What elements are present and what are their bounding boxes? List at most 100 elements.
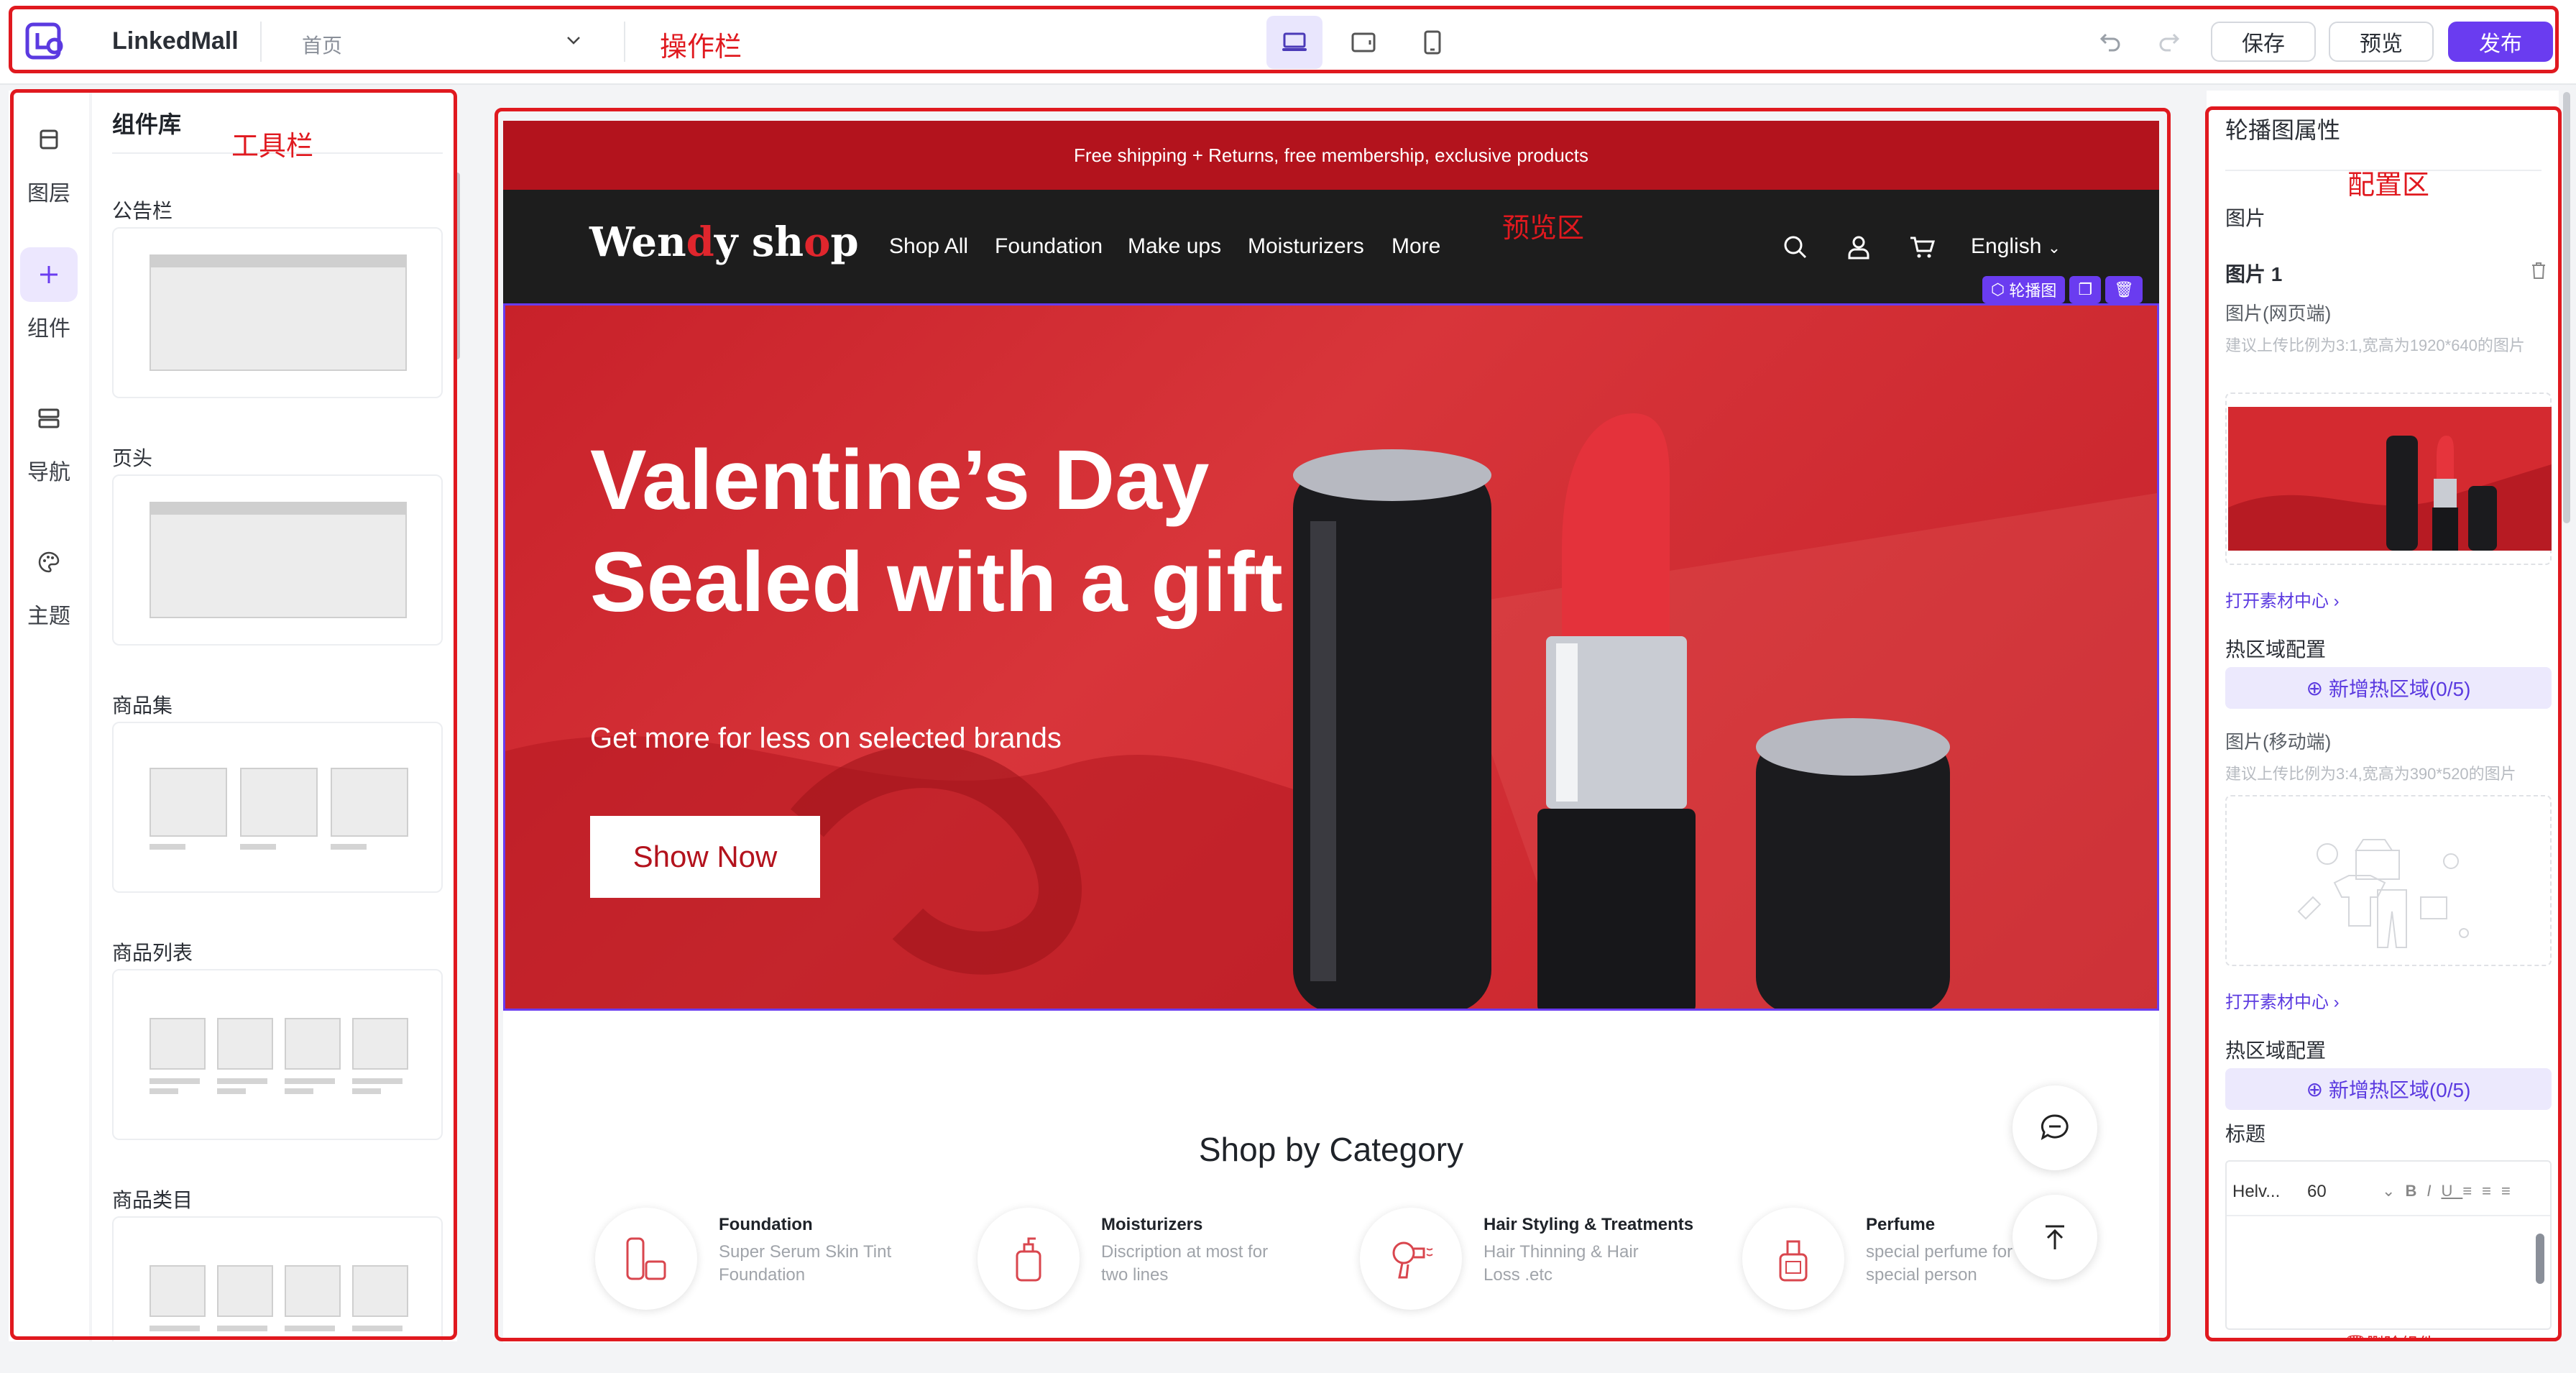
text-placeholder [352,1078,402,1084]
rail-item-components[interactable]: 组件 [9,247,89,342]
open-material-label: 打开素材中心 [2225,592,2329,611]
back-to-top-button[interactable] [2012,1195,2097,1280]
copy-icon[interactable]: ❐ [2069,276,2102,303]
panel-scrollbar[interactable] [454,173,460,359]
font-family-select[interactable]: Helv... [2232,1182,2280,1202]
category-item-moisturizers[interactable]: Moisturizers Discription at most for two … [978,1199,1322,1314]
add-hotspot-button[interactable]: ⊕ 新增热区域(0/5) [2225,667,2552,709]
rail-item-nav[interactable]: 导航 [9,391,89,486]
divider [260,22,262,62]
chat-button[interactable] [2012,1085,2097,1170]
page-selector[interactable]: 首页 [302,30,342,59]
category-item-hair-styling[interactable]: Hair Styling & Treatments Hair Thinning … [1360,1199,1705,1314]
lotion-bottle-icon [978,1208,1080,1310]
preview-button[interactable]: 预览 [2329,22,2434,62]
language-label: English [1971,234,2042,258]
open-material-label: 打开素材中心 [2225,993,2329,1012]
mobile-image-hint: 建议上传比例为3:4,宽高为390*520的图片 [2225,765,2516,783]
perfume-icon [1742,1208,1844,1310]
category-desc-line: Hair Thinning & Hair [1484,1242,1639,1262]
language-selector[interactable]: English ⌄ [1971,234,2061,259]
carousel-tag[interactable]: ⬡ 轮播图 [1982,276,2066,303]
desktop-view-button[interactable] [1266,16,1322,69]
hero-title-line: Sealed with a gift [590,535,1283,630]
category-item-foundation[interactable]: Foundation Super Serum Skin Tint Foundati… [595,1199,940,1314]
trash-icon[interactable] [2530,260,2547,280]
rail-item-theme[interactable]: 主题 [9,535,89,630]
hero-title: Valentine’s Day Sealed with a gift [590,429,1283,633]
category-description: Super Serum Skin Tint Foundation [719,1241,934,1287]
hero-carousel[interactable]: Valentine’s Day Sealed with a gift Get m… [503,303,2159,1011]
nav-link-shop-all[interactable]: Shop All [889,234,968,259]
divider [2227,1215,2550,1216]
foundation-icon [595,1208,697,1310]
store-logo[interactable]: Wendy shop [589,219,859,266]
format-toolbar[interactable]: ⌄BIU≡≡≡ [2382,1182,2521,1200]
component-card-product-category[interactable] [112,1216,443,1341]
tablet-view-button[interactable] [1335,16,1392,69]
cart-icon[interactable] [1908,233,1936,262]
component-card-announcement[interactable] [112,227,443,398]
title-label: 标题 [2225,1123,2266,1145]
save-button[interactable]: 保存 [2211,22,2316,62]
section-label-announcement: 公告栏 [112,200,173,222]
rich-text-editor[interactable]: Helv... 60 ⌄BIU≡≡≡ [2225,1160,2552,1330]
section-title: Shop by Category [1198,1131,1464,1168]
text-placeholder [217,1326,267,1331]
component-card-product-list[interactable] [112,969,443,1140]
hotspot-config-label-mobile: 热区域配置 [2225,1039,2327,1062]
preview-canvas: Free shipping + Returns, free membership… [503,121,2159,1343]
delete-icon[interactable]: 🗑 [2105,276,2143,303]
component-card-header[interactable] [112,474,443,646]
image-placeholder-icon [352,1265,408,1317]
nav-link-more[interactable]: More [1392,234,1440,259]
nav-link-moisturizers[interactable]: Moisturizers [1248,234,1364,259]
delete-component-label: 删除组件 [2366,1335,2435,1341]
layers-icon [20,112,78,167]
undo-icon[interactable] [2097,27,2125,55]
section-label-product-set: 商品集 [112,694,173,717]
mobile-image-label: 图片(移动端) [2225,731,2332,753]
rail-item-layers[interactable]: 图层 [9,112,89,207]
palette-icon [20,535,78,589]
text-placeholder [150,844,185,850]
user-icon[interactable] [1844,233,1873,262]
announcement-bar: Free shipping + Returns, free membership… [503,121,2159,190]
redo-icon[interactable] [2155,27,2182,55]
category-desc-line: two lines [1101,1265,1169,1285]
publish-button[interactable]: 发布 [2448,22,2553,62]
plus-circle-icon: ⊕ [2306,676,2329,699]
show-now-button[interactable]: Show Now [590,816,820,898]
nav-link-foundation[interactable]: Foundation [995,234,1103,259]
category-name: Hair Styling & Treatments [1484,1215,1694,1234]
mobile-image-upload[interactable] [2225,795,2552,966]
config-scrollbar[interactable] [2563,92,2570,523]
rail-item-label: 图层 [27,182,70,206]
trash-icon: 🗑 [2345,1335,2366,1341]
add-hotspot-button-mobile[interactable]: ⊕ 新增热区域(0/5) [2225,1068,2552,1110]
editor-scrollbar[interactable] [2536,1234,2544,1284]
open-material-center-link[interactable]: 打开素材中心 › [2225,587,2340,612]
rail-item-label: 组件 [27,317,70,341]
component-card-product-set[interactable] [112,722,443,893]
category-desc-line: Super Serum Skin Tint [719,1242,892,1262]
hero-subtitle: Get more for less on selected brands [590,722,1062,754]
category-name: Foundation [719,1215,813,1234]
web-image-upload[interactable] [2225,392,2552,565]
mobile-view-button[interactable] [1404,16,1460,69]
uploaded-image-thumbnail [2228,407,2552,551]
font-size-select[interactable]: 60 [2307,1182,2327,1202]
tablet-icon [1351,32,1376,52]
delete-component-button[interactable]: 🗑删除组件 [2345,1330,2435,1341]
wireframe-preview [150,502,407,618]
web-image-label: 图片(网页端) [2225,303,2332,324]
puzzle-icon: ⬡ [1991,280,2010,298]
nav-link-make-ups[interactable]: Make ups [1128,234,1221,259]
chevron-down-icon[interactable] [565,32,582,49]
search-icon[interactable] [1781,233,1810,262]
open-material-center-link-mobile[interactable]: 打开素材中心 › [2225,988,2340,1013]
chat-icon [2041,1114,2069,1141]
carousel-tag-label: 轮播图 [2009,282,2057,300]
logo-text: y sh [714,219,804,266]
logo-text-accent: d [686,219,714,266]
